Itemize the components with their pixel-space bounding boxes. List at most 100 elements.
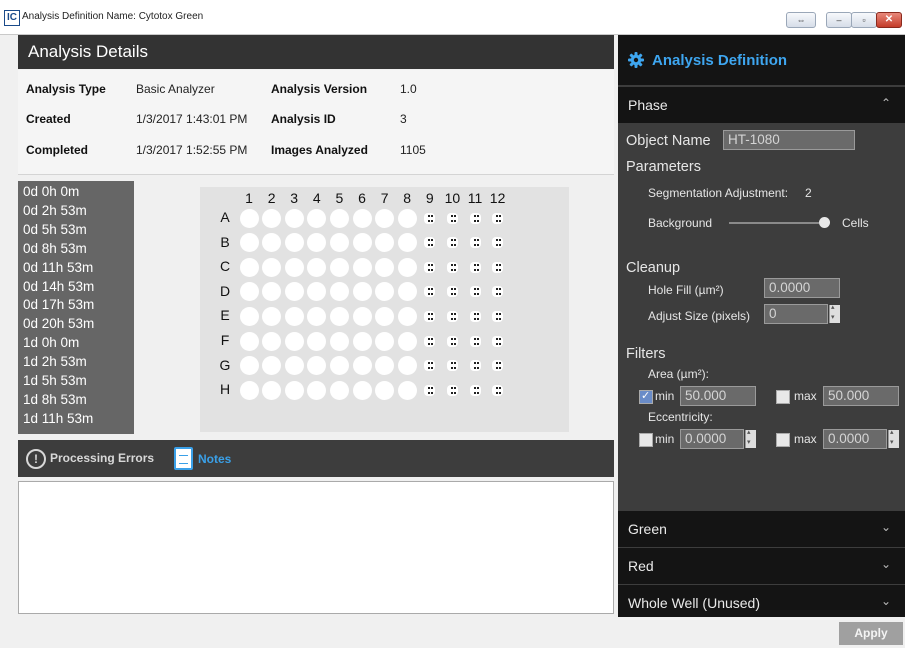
plate-well[interactable] bbox=[307, 331, 327, 351]
eccentricity-max-checkbox[interactable] bbox=[776, 433, 790, 447]
plate-well[interactable] bbox=[284, 257, 304, 277]
plate-well[interactable] bbox=[397, 233, 417, 253]
timepoint-item[interactable]: 0d 17h 53m bbox=[23, 297, 94, 313]
plate-well-selected[interactable] bbox=[469, 237, 481, 249]
plate-well-selected[interactable] bbox=[492, 335, 504, 347]
plate-well[interactable] bbox=[239, 306, 259, 326]
plate-well[interactable] bbox=[329, 257, 349, 277]
plate-well-selected[interactable] bbox=[446, 310, 458, 322]
adjust-size-spinner[interactable] bbox=[829, 303, 840, 323]
plate-well-selected[interactable] bbox=[469, 360, 481, 372]
plate-row-header[interactable]: A bbox=[218, 209, 232, 225]
plate-well[interactable] bbox=[397, 282, 417, 302]
plate-column-header[interactable]: 2 bbox=[262, 190, 282, 206]
plate-well[interactable] bbox=[352, 331, 372, 351]
eccentricity-max-input[interactable]: 0.0000 bbox=[823, 429, 887, 449]
plate-column-header[interactable]: 4 bbox=[307, 190, 327, 206]
plate-well[interactable] bbox=[329, 380, 349, 400]
eccentricity-min-input[interactable]: 0.0000 bbox=[680, 429, 744, 449]
timepoint-item[interactable]: 1d 8h 53m bbox=[23, 392, 87, 408]
plate-row-header[interactable]: B bbox=[218, 234, 232, 250]
hole-fill-input[interactable]: 0.0000 bbox=[764, 278, 840, 298]
section-whole-well[interactable]: Whole Well (Unused) ⌄ bbox=[618, 585, 905, 617]
plate-well[interactable] bbox=[329, 233, 349, 253]
plate-well-selected[interactable] bbox=[469, 335, 481, 347]
plate-well-selected[interactable] bbox=[492, 212, 504, 224]
plate-well[interactable] bbox=[307, 306, 327, 326]
plate-well[interactable] bbox=[375, 233, 395, 253]
plate-row-header[interactable]: G bbox=[218, 357, 232, 373]
timepoint-item[interactable]: 0d 14h 53m bbox=[23, 279, 94, 295]
plate-well[interactable] bbox=[307, 380, 327, 400]
plate-well-selected[interactable] bbox=[446, 360, 458, 372]
plate-well[interactable] bbox=[239, 282, 259, 302]
plate-well-selected[interactable] bbox=[424, 286, 436, 298]
timepoint-item[interactable]: 1d 2h 53m bbox=[23, 354, 87, 370]
plate-well[interactable] bbox=[375, 331, 395, 351]
plate-well-selected[interactable] bbox=[469, 384, 481, 396]
plate-well[interactable] bbox=[239, 331, 259, 351]
plate-well[interactable] bbox=[239, 233, 259, 253]
maximize-button[interactable]: ▫ bbox=[851, 12, 877, 28]
tab-notes[interactable]: Notes bbox=[198, 452, 231, 466]
plate-well[interactable] bbox=[239, 257, 259, 277]
plate-row-header[interactable]: C bbox=[218, 258, 232, 274]
plate-column-header[interactable]: 5 bbox=[329, 190, 349, 206]
plate-well[interactable] bbox=[352, 380, 372, 400]
plate-well[interactable] bbox=[397, 380, 417, 400]
area-max-checkbox[interactable] bbox=[776, 390, 790, 404]
plate-well[interactable] bbox=[352, 356, 372, 376]
plate-well[interactable] bbox=[284, 306, 304, 326]
plate-well-selected[interactable] bbox=[446, 237, 458, 249]
plate-well-selected[interactable] bbox=[492, 261, 504, 273]
plate-well-selected[interactable] bbox=[424, 335, 436, 347]
plate-column-header[interactable]: 12 bbox=[488, 190, 508, 206]
plate-well-selected[interactable] bbox=[424, 212, 436, 224]
plate-column-header[interactable]: 8 bbox=[397, 190, 417, 206]
plate-well[interactable] bbox=[284, 380, 304, 400]
area-min-input[interactable]: 50.000 bbox=[680, 386, 756, 406]
plate-well[interactable] bbox=[262, 306, 282, 326]
timepoint-item[interactable]: 0d 5h 53m bbox=[23, 222, 87, 238]
plate-well[interactable] bbox=[262, 257, 282, 277]
plate-well[interactable] bbox=[262, 356, 282, 376]
plate-well-selected[interactable] bbox=[446, 384, 458, 396]
plate-well[interactable] bbox=[352, 208, 372, 228]
notes-icon[interactable] bbox=[174, 447, 193, 470]
timepoint-list[interactable]: 0d 0h 0m 0d 2h 53m 0d 5h 53m 0d 8h 53m 0d 11… bbox=[18, 181, 134, 434]
plate-well-selected[interactable] bbox=[446, 286, 458, 298]
section-phase[interactable]: Phase ⌃ bbox=[618, 87, 905, 123]
section-green[interactable]: Green ⌄ bbox=[618, 511, 905, 547]
tab-processing-errors[interactable]: Processing Errors bbox=[50, 451, 154, 465]
plate-well[interactable] bbox=[262, 208, 282, 228]
window-titlebar[interactable]: IC Analysis Definition Name: Cytotox Gre… bbox=[0, 0, 905, 35]
plate-column-header[interactable]: 7 bbox=[375, 190, 395, 206]
plate-column-header[interactable]: 11 bbox=[465, 190, 485, 206]
plate-well-selected[interactable] bbox=[492, 237, 504, 249]
plate-well[interactable] bbox=[375, 208, 395, 228]
plate-well[interactable] bbox=[397, 208, 417, 228]
timepoint-item[interactable]: 1d 5h 53m bbox=[23, 373, 87, 389]
timepoint-item[interactable]: 0d 0h 0m bbox=[23, 184, 79, 200]
segmentation-slider-handle[interactable] bbox=[819, 217, 830, 228]
plate-row-header[interactable]: E bbox=[218, 307, 232, 323]
plate-well-selected[interactable] bbox=[469, 310, 481, 322]
segmentation-slider[interactable] bbox=[729, 222, 819, 224]
plate-column-header[interactable]: 10 bbox=[442, 190, 462, 206]
plate-well[interactable] bbox=[352, 257, 372, 277]
plate-well[interactable] bbox=[375, 356, 395, 376]
plate-well-selected[interactable] bbox=[424, 384, 436, 396]
timepoint-item[interactable]: 0d 20h 53m bbox=[23, 316, 94, 332]
timepoint-item[interactable]: 0d 11h 53m bbox=[23, 260, 93, 276]
plate-well[interactable] bbox=[239, 380, 259, 400]
plate-well[interactable] bbox=[307, 208, 327, 228]
plate-well[interactable] bbox=[284, 356, 304, 376]
restore-button[interactable]: ⇔ bbox=[786, 12, 816, 28]
plate-well[interactable] bbox=[239, 356, 259, 376]
plate-well[interactable] bbox=[329, 306, 349, 326]
plate-well[interactable] bbox=[262, 282, 282, 302]
plate-well[interactable] bbox=[375, 306, 395, 326]
plate-well-selected[interactable] bbox=[424, 310, 436, 322]
plate-well-selected[interactable] bbox=[446, 335, 458, 347]
plate-well-selected[interactable] bbox=[424, 237, 436, 249]
